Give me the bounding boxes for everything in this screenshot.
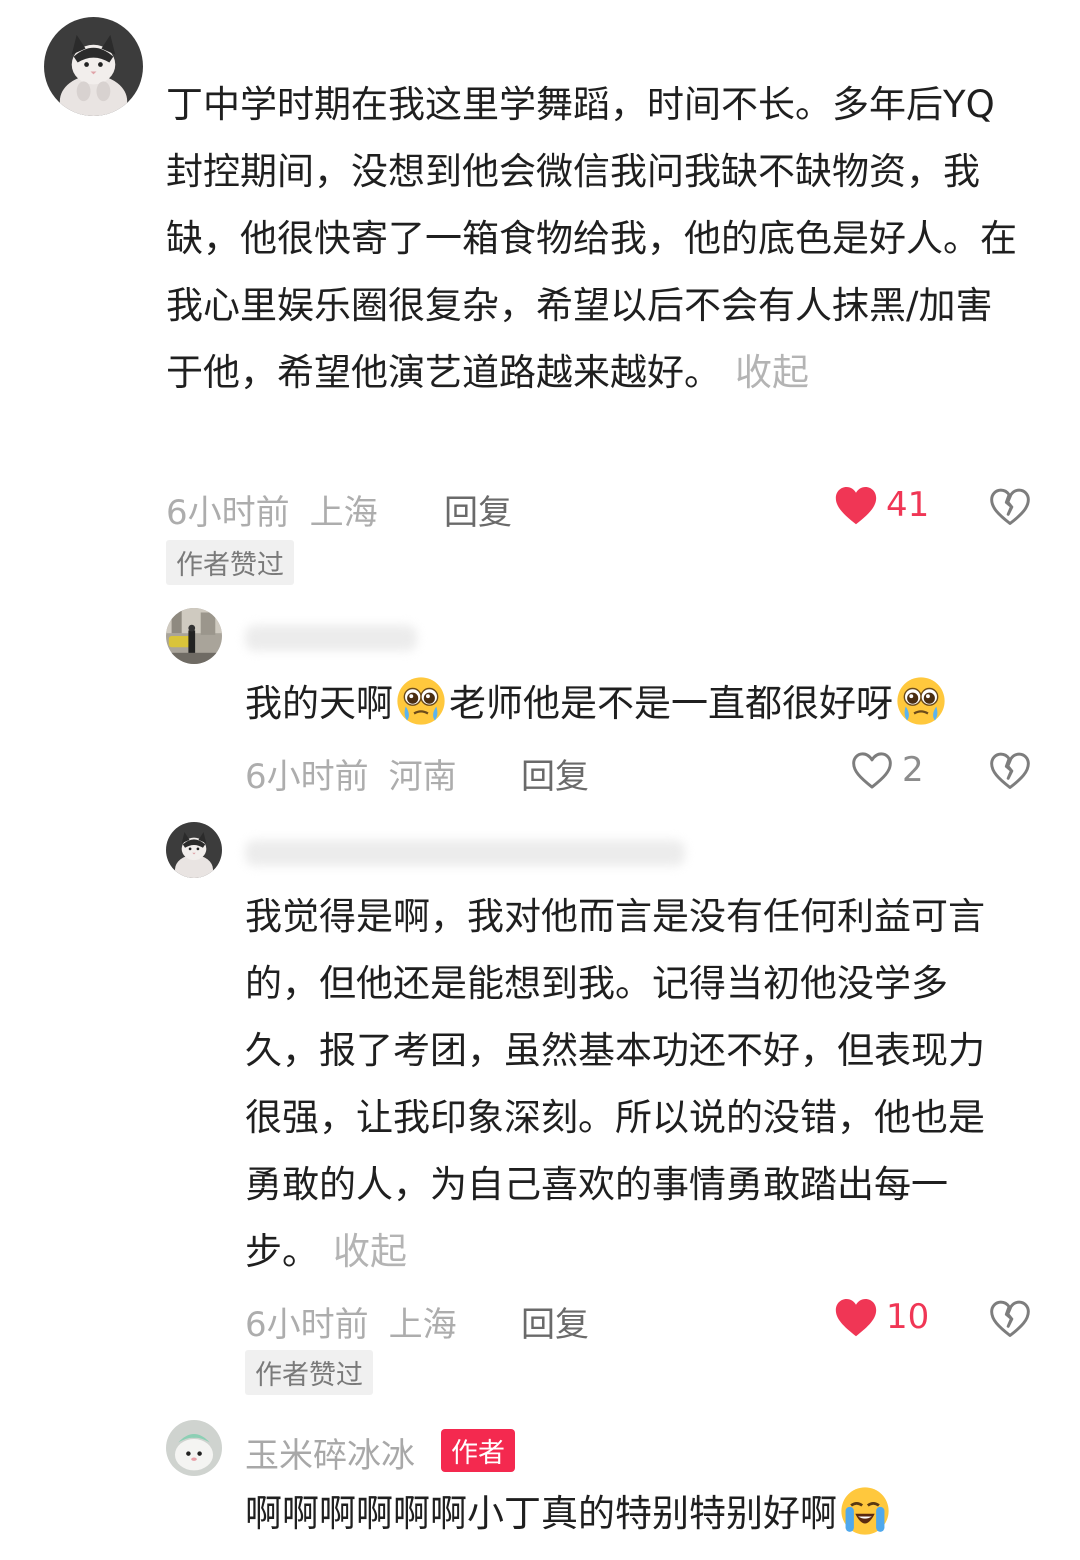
dislike-button[interactable] <box>988 1297 1032 1341</box>
cat-avatar-icon <box>44 17 143 116</box>
like-count: 10 <box>886 1297 930 1337</box>
loudly-crying-face-icon <box>841 1487 889 1535</box>
heart-outline-icon <box>850 749 894 791</box>
plush-toy-avatar-icon <box>166 1420 222 1476</box>
pleading-face-icon <box>397 677 445 725</box>
like-button[interactable]: 10 <box>834 1296 929 1338</box>
like-button[interactable]: 2 <box>850 749 924 791</box>
broken-heart-icon <box>988 749 1032 793</box>
author-username[interactable]: 玉米碎冰冰 <box>245 1428 415 1477</box>
comment-location: 上海 <box>309 493 378 533</box>
street-photo-avatar-icon <box>166 608 222 664</box>
comment-text: 丁中学时期在我这里学舞蹈，时间不长。多年后YQ封控期间，没想到他会微信我问我缺不… <box>166 83 1017 394</box>
reply-button[interactable]: 回复 <box>521 749 589 798</box>
collapse-button[interactable]: 收起 <box>735 351 809 394</box>
reply-button[interactable]: 回复 <box>521 1297 589 1346</box>
cat-avatar-icon <box>166 822 222 878</box>
author-tag: 作者 <box>441 1429 515 1472</box>
reply-location: 上海 <box>388 1305 457 1345</box>
collapse-button[interactable]: 收起 <box>333 1230 407 1273</box>
reply-location: 河南 <box>388 757 457 797</box>
author-liked-badge: 作者赞过 <box>166 540 294 585</box>
like-button[interactable]: 41 <box>834 484 929 526</box>
replier-avatar[interactable] <box>166 608 222 664</box>
broken-heart-icon <box>988 1297 1032 1341</box>
replier-avatar[interactable] <box>166 822 222 878</box>
reply-meta: 6小时前 上海 <box>245 1297 457 1346</box>
comment-time: 6小时前 <box>166 493 290 533</box>
username-blurred <box>245 625 417 651</box>
reply-time: 6小时前 <box>245 1305 369 1345</box>
commenter-avatar[interactable] <box>44 17 143 116</box>
reply-text: 我的天啊 老师他是不是一直都很好呀 <box>245 670 1045 737</box>
reply-meta: 6小时前 河南 <box>245 749 457 798</box>
broken-heart-icon <box>988 485 1032 529</box>
like-count: 41 <box>886 485 930 525</box>
author-liked-badge: 作者赞过 <box>245 1350 373 1395</box>
author-avatar[interactable] <box>166 1420 222 1476</box>
dislike-button[interactable] <box>988 749 1032 793</box>
username-blurred <box>245 840 685 866</box>
dislike-button[interactable] <box>988 485 1032 529</box>
heart-filled-icon <box>834 1296 878 1338</box>
like-count: 2 <box>902 750 924 790</box>
reply-time: 6小时前 <box>245 757 369 797</box>
reply-text: 啊啊啊啊啊啊小丁真的特别特别好啊 <box>245 1480 1045 1547</box>
reply-text: 我觉得是啊，我对他而言是没有任何利益可言的，但他还是能想到我。记得当初他没学多久… <box>245 895 985 1273</box>
heart-filled-icon <box>834 484 878 526</box>
pleading-face-icon <box>897 677 945 725</box>
reply-button[interactable]: 回复 <box>444 485 512 534</box>
comment-meta: 6小时前 上海 <box>166 485 378 534</box>
